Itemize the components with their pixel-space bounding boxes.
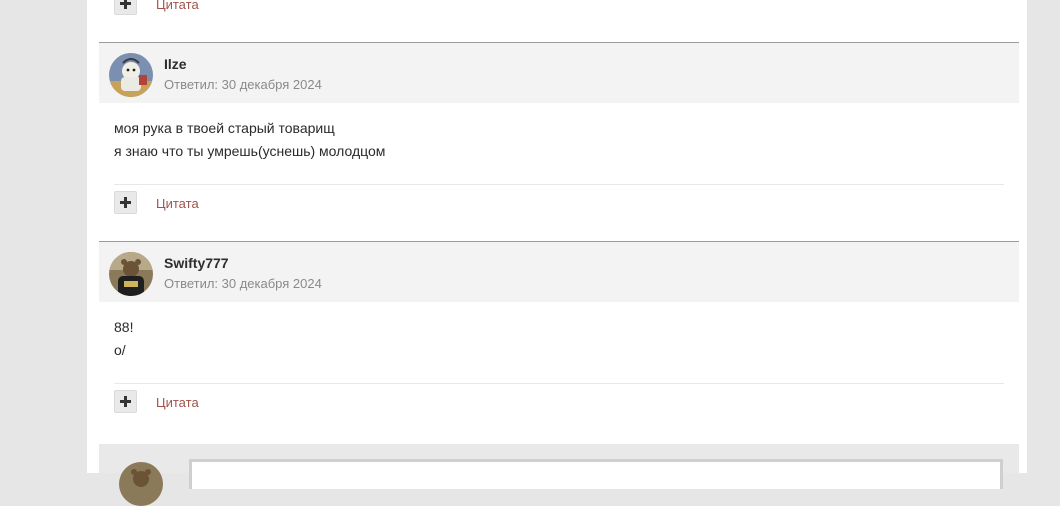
reputation-plus-button[interactable] (114, 390, 137, 413)
post-line: 88! (114, 319, 134, 335)
current-user-avatar-icon (119, 462, 163, 506)
author-name[interactable]: Swifty777 (164, 255, 229, 271)
author-name[interactable]: Ilze (164, 56, 187, 72)
post-line: моя рука в твоей старый товарищ (114, 120, 335, 136)
forum-page: Цитата Ilze Ответил: 30 декабря 2024 моя… (0, 0, 1060, 506)
post-line: я знаю что ты умрешь(уснешь) молодцом (114, 143, 386, 159)
quote-link[interactable]: Цитата (156, 0, 199, 12)
divider (114, 184, 1004, 185)
topic-content: Цитата Ilze Ответил: 30 декабря 2024 моя… (87, 0, 1027, 506)
post-body: 88! o/ (114, 316, 133, 362)
post: Swifty777 Ответил: 30 декабря 2024 88! o… (99, 241, 1019, 441)
post: Ilze Ответил: 30 декабря 2024 моя рука в… (99, 42, 1019, 242)
reply-date: Ответил: 30 декабря 2024 (164, 77, 322, 92)
plus-icon (120, 396, 131, 407)
cartoon-avatar-icon[interactable] (109, 53, 153, 97)
quote-link[interactable]: Цитата (156, 196, 199, 211)
reputation-plus-button[interactable] (114, 191, 137, 214)
reputation-plus-button[interactable] (114, 0, 137, 15)
post-header: Ilze Ответил: 30 декабря 2024 (99, 42, 1019, 103)
post-body: моя рука в твоей старый товарищ я знаю ч… (114, 117, 385, 163)
plus-icon (120, 0, 131, 9)
divider (114, 383, 1004, 384)
reply-editor[interactable] (189, 459, 1003, 489)
quote-link[interactable]: Цитата (156, 395, 199, 410)
reply-date: Ответил: 30 декабря 2024 (164, 276, 322, 291)
plus-icon (120, 197, 131, 208)
post-header: Swifty777 Ответил: 30 декабря 2024 (99, 241, 1019, 302)
photo-avatar-icon[interactable] (109, 252, 153, 296)
reply-box (99, 444, 1019, 506)
post-line: o/ (114, 342, 126, 358)
